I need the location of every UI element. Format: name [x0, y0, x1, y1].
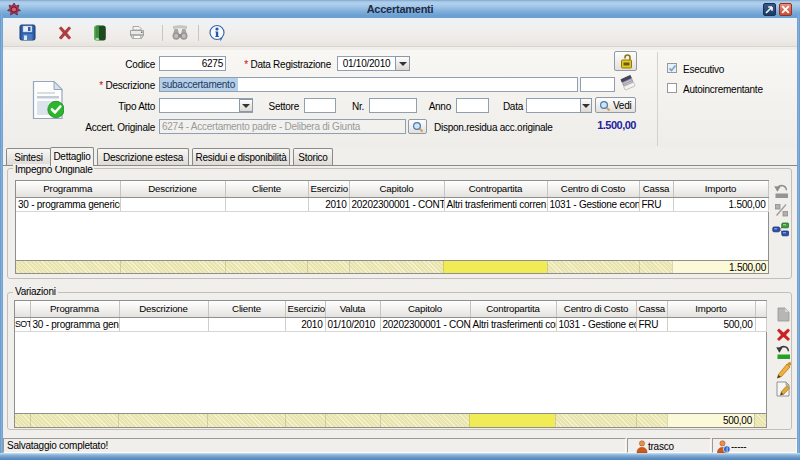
svg-text:i: i — [726, 446, 727, 453]
